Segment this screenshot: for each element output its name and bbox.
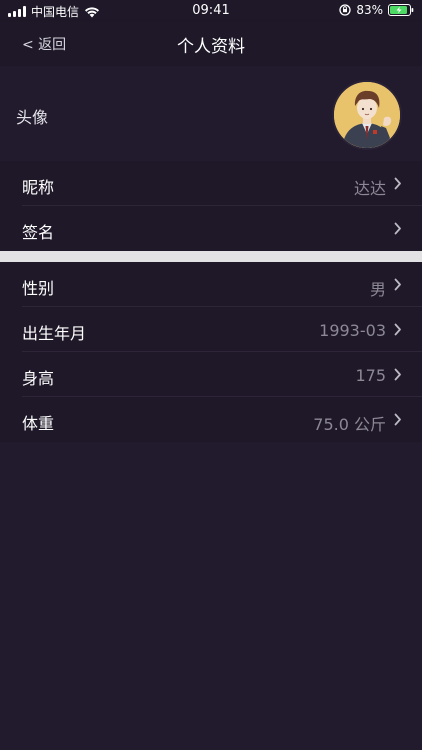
signature-label: 签名 <box>22 223 55 242</box>
chevron-right-icon <box>394 413 401 426</box>
height-label: 身高 <box>22 369 55 388</box>
gender-row[interactable]: 性别 男 <box>0 262 422 307</box>
nickname-row[interactable]: 昵称 达达 <box>0 161 422 206</box>
weight-row[interactable]: 体重 75.0 公斤 <box>0 397 422 442</box>
chevron-right-icon <box>394 323 401 336</box>
profile-screen: 中国电信 09:41 83% < 返回 个人资料 头像 昵称 达达 签名 性别 … <box>0 0 422 750</box>
chevron-right-icon <box>394 278 401 291</box>
gender-label: 性别 <box>22 279 55 298</box>
status-right: 83% <box>339 3 414 17</box>
nav-bar: < 返回 个人资料 <box>0 22 422 66</box>
avatar-label: 头像 <box>16 108 49 127</box>
orientation-lock-icon <box>339 4 351 16</box>
height-row[interactable]: 身高 175 <box>0 352 422 397</box>
avatar-illustration <box>334 82 400 148</box>
gender-value: 男 <box>369 280 386 299</box>
nickname-label: 昵称 <box>22 178 55 197</box>
profile-list-group-2: 性别 男 出生年月 1993-03 身高 175 体重 75.0 公斤 <box>0 262 422 442</box>
birth-month-row[interactable]: 出生年月 1993-03 <box>0 307 422 352</box>
avatar-row[interactable]: 头像 <box>0 66 422 160</box>
signature-row[interactable]: 签名 <box>0 206 422 251</box>
birth-month-label: 出生年月 <box>22 324 87 343</box>
profile-list-group-1: 昵称 达达 签名 <box>0 161 422 251</box>
battery-percent: 83% <box>356 3 383 17</box>
nickname-value: 达达 <box>353 179 386 198</box>
page-title: 个人资料 <box>177 37 245 57</box>
height-value: 175 <box>355 366 386 385</box>
section-separator <box>0 251 422 262</box>
birth-month-value: 1993-03 <box>319 321 386 340</box>
status-bar: 中国电信 09:41 83% <box>0 0 422 22</box>
chevron-right-icon <box>394 177 401 190</box>
weight-value: 75.0 公斤 <box>313 415 386 434</box>
chevron-right-icon <box>394 368 401 381</box>
chevron-right-icon <box>394 222 401 235</box>
weight-label: 体重 <box>22 414 55 433</box>
avatar[interactable] <box>332 80 402 150</box>
battery-charging-icon <box>388 4 414 16</box>
